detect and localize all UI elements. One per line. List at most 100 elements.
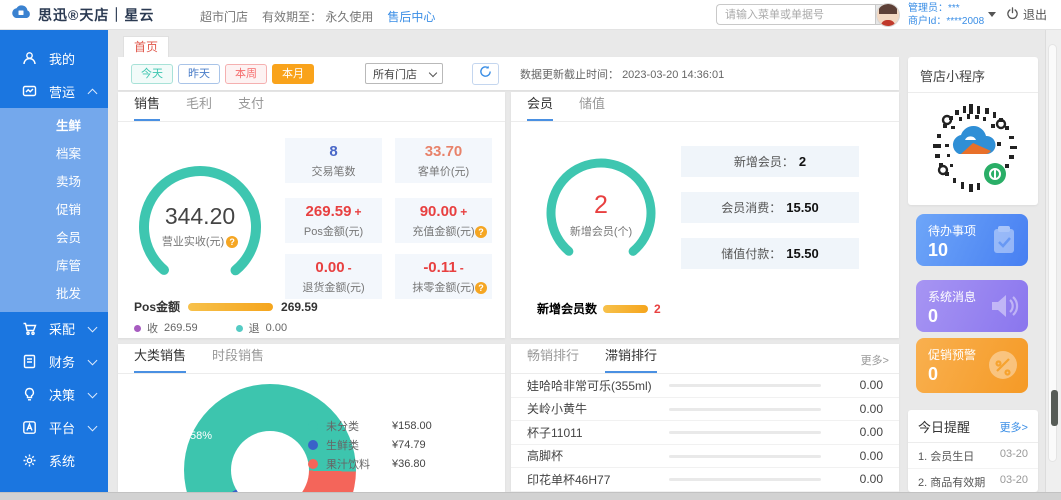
legend-dot-refund [236, 325, 243, 332]
help-icon[interactable] [475, 226, 487, 238]
bar-label: Pos金额 [134, 298, 180, 315]
legend-item: 果汁饮料 ¥36.80 [308, 454, 432, 473]
reminder-row[interactable]: 1. 会员生日 03-20 [908, 443, 1038, 469]
legend-name: 未分类 [326, 418, 384, 434]
sidebar-item-operations[interactable]: 营运 [0, 75, 108, 108]
sidebar-item-finance[interactable]: 财务 [0, 345, 108, 378]
row-value: 15.50 [786, 246, 819, 261]
chevron-down-icon [88, 355, 98, 365]
tab-stored-value[interactable]: 储值 [579, 93, 605, 121]
tab-category-sales[interactable]: 大类销售 [134, 345, 186, 373]
legend-value: 269.59 [164, 322, 198, 334]
tab-slow-sellers[interactable]: 滞销排行 [605, 345, 657, 373]
help-icon[interactable] [226, 236, 238, 248]
pie-hole [231, 431, 309, 492]
more-link[interactable]: 更多> [861, 352, 889, 368]
update-time-label: 数据更新截止时间： [520, 69, 619, 81]
rank-bar [669, 431, 821, 434]
sidebar-item-my[interactable]: 我的 [0, 42, 108, 75]
tab-best-sellers[interactable]: 畅销排行 [527, 345, 579, 373]
rank-panel: 畅销排行 滞销排行 更多> 娃哈哈非常可乐(355ml) 0.00 关岭小黄牛 … [511, 344, 899, 492]
reminder-more-link[interactable]: 更多> [1000, 419, 1028, 435]
filter-bar: 今天 昨天 本周 本月 所有门店 数据更新截止时间： 2023-03-20 14… [118, 57, 899, 90]
submenu-item-member[interactable]: 会员 [0, 224, 108, 252]
pie-percent-label: 58% [180, 430, 222, 442]
chevron-down-icon [88, 421, 98, 431]
rank-bar [669, 384, 821, 387]
tab-hourly-sales[interactable]: 时段销售 [212, 345, 264, 373]
stat-pos-amount: 269.59+ Pos金额(元) [285, 198, 382, 243]
sidebar-item-label: 决策 [49, 385, 75, 404]
dashboard-screen: 思迅®天店｜星云 超市门店 有效期至： 永久使用 售后中心 管理员：*** 商户… [0, 0, 1061, 500]
row-label: 会员消费： [721, 199, 781, 216]
operations-submenu: 生鲜 档案 卖场 促销 会员 库管 批发 [0, 108, 108, 312]
store-type-label: 超市门店 [200, 8, 248, 25]
filter-week-button[interactable]: 本周 [225, 64, 267, 84]
row-value: 15.50 [786, 200, 819, 215]
lightbulb-icon [22, 387, 37, 402]
submenu-item-promotion[interactable]: 促销 [0, 196, 108, 224]
user-avatar[interactable] [876, 3, 900, 27]
legend-name: 生鲜类 [326, 437, 384, 453]
legend-name: 收 [147, 320, 158, 336]
filter-today-button[interactable]: 今天 [131, 64, 173, 84]
promo-alert-card[interactable]: 促销预警 0 [916, 338, 1028, 393]
window-scrollbar[interactable] [1045, 30, 1061, 500]
member-panel-tabs: 会员 储值 [511, 92, 899, 122]
tab-member[interactable]: 会员 [527, 93, 553, 121]
legend-value: ¥158.00 [392, 420, 432, 432]
search-input[interactable] [716, 4, 875, 25]
logout-label: 退出 [1023, 6, 1047, 23]
stat-label: 退货金额(元) [285, 279, 382, 295]
tab-home[interactable]: 首页 [123, 36, 169, 57]
bar-value: 2 [654, 302, 661, 316]
submenu-item-inventory[interactable]: 库管 [0, 252, 108, 280]
speaker-icon [988, 290, 1020, 327]
plus-sign: + [460, 205, 467, 219]
help-icon[interactable] [475, 282, 487, 294]
sidebar-item-platform[interactable]: 平台 [0, 411, 108, 444]
stat-value: 90.00 [420, 203, 458, 220]
stat-label: Pos金额(元) [285, 223, 382, 239]
new-member-label: 新增会员(个) [541, 223, 661, 239]
today-reminder-card: 今日提醒 更多> 1. 会员生日 03-20 2. 商品有效期 03-20 [908, 410, 1038, 492]
tab-gross-profit[interactable]: 毛利 [186, 93, 212, 121]
platform-a-icon [22, 420, 37, 435]
submenu-item-archives[interactable]: 档案 [0, 140, 108, 168]
tab-payment[interactable]: 支付 [238, 93, 264, 121]
tab-sales[interactable]: 销售 [134, 93, 160, 121]
logout-button[interactable]: 退出 [1006, 6, 1047, 23]
legend-dot [308, 440, 318, 450]
avatar-hair [879, 4, 897, 14]
chevron-up-icon [88, 89, 98, 99]
stat-value: 33.70 [395, 143, 492, 160]
submenu-item-fresh[interactable]: 生鲜 [0, 112, 108, 140]
sidebar-item-system[interactable]: 系统 [0, 444, 108, 477]
rank-row: 娃哈哈非常可乐(355ml) 0.00 [511, 374, 899, 398]
revenue-value: 344.20 [134, 203, 266, 230]
refresh-button[interactable] [472, 63, 499, 85]
after-sales-link[interactable]: 售后中心 [387, 8, 435, 25]
user-dropdown-caret-icon[interactable] [988, 12, 996, 17]
submenu-item-wholesale[interactable]: 批发 [0, 280, 108, 308]
scrollbar-thumb[interactable] [1051, 390, 1058, 426]
bar-label: 新增会员数 [537, 300, 597, 317]
submenu-item-store[interactable]: 卖场 [0, 168, 108, 196]
reminder-date: 03-20 [1000, 474, 1028, 490]
todo-card[interactable]: 待办事项 10 [916, 214, 1028, 266]
bar-track [188, 303, 273, 311]
category-sales-panel: 大类销售 时段销售 58% 未分类 ¥158.00 生鲜类 ¥74.79 果汁饮… [118, 344, 505, 492]
sidebar-item-label: 营运 [49, 82, 75, 101]
filter-yesterday-button[interactable]: 昨天 [178, 64, 220, 84]
product-name: 杯子11011 [511, 424, 583, 441]
store-select[interactable]: 所有门店 [365, 63, 443, 84]
sidebar-item-procurement[interactable]: 采配 [0, 312, 108, 345]
rank-row: 关岭小黄牛 0.00 [511, 398, 899, 422]
filter-month-button[interactable]: 本月 [272, 64, 314, 84]
stat-rounding-amount: -0.11- 抹零金额(元) [395, 254, 492, 299]
license-info: 超市门店 有效期至： 永久使用 售后中心 [200, 8, 435, 25]
minus-sign: - [348, 261, 352, 275]
system-message-card[interactable]: 系统消息 0 [916, 280, 1028, 332]
menu-search [716, 4, 848, 25]
sidebar-item-decision[interactable]: 决策 [0, 378, 108, 411]
